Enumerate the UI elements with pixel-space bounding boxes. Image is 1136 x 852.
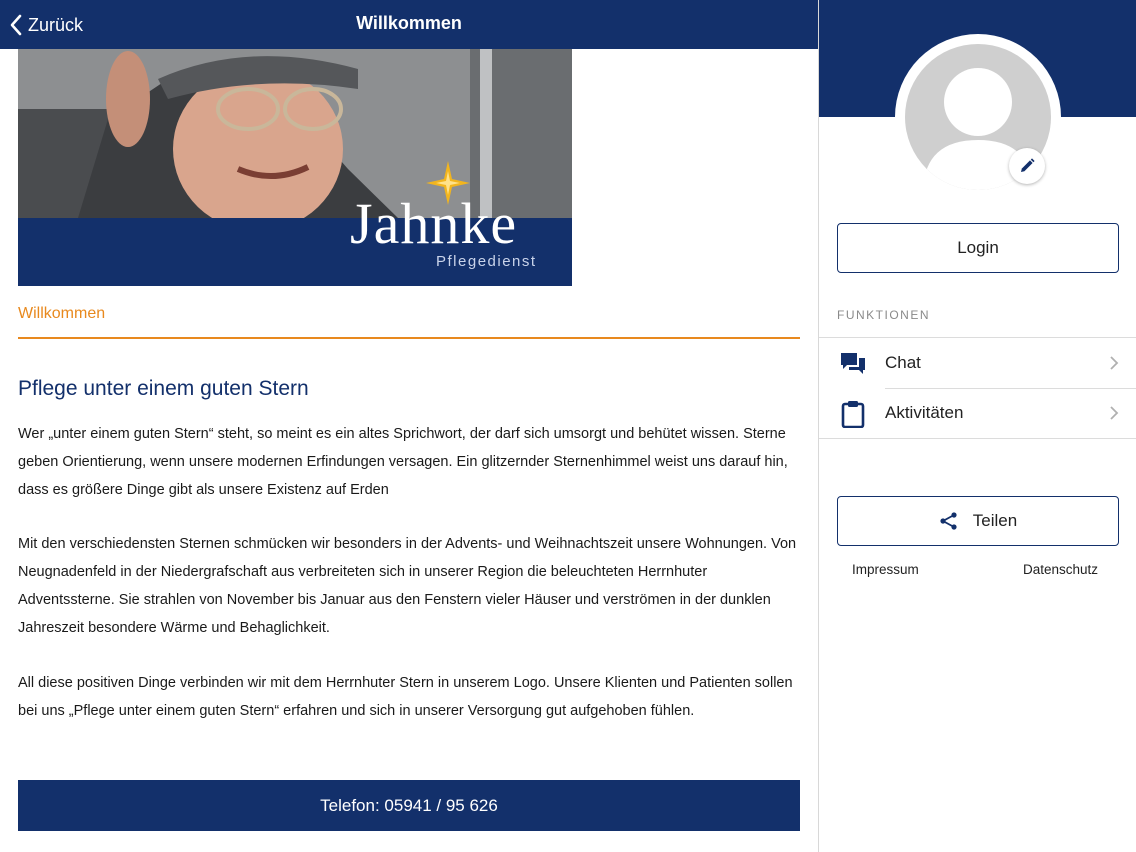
article-title: Pflege unter einem guten Stern bbox=[18, 377, 309, 400]
chat-icon bbox=[841, 353, 865, 374]
chevron-right-icon bbox=[1110, 406, 1119, 420]
share-icon bbox=[940, 512, 957, 530]
functions-list: Chat Aktivitäten bbox=[819, 337, 1136, 439]
page-title: Willkommen bbox=[356, 13, 462, 33]
section-tab-willkommen[interactable]: Willkommen bbox=[18, 305, 105, 323]
phone-call-button[interactable]: Telefon: 05941 / 95 626 bbox=[18, 780, 800, 831]
sidebar: Login FUNKTIONEN Chat Aktivitäten Teilen… bbox=[818, 0, 1136, 852]
sidebar-item-label: Chat bbox=[885, 353, 921, 372]
article-paragraph: Mit den verschiedensten Sternen schmücke… bbox=[18, 536, 797, 636]
section-divider bbox=[18, 337, 800, 339]
sidebar-item-chat[interactable]: Chat bbox=[819, 338, 1136, 388]
share-label: Teilen bbox=[972, 511, 1018, 530]
top-navigation-bar: Zurück Willkommen bbox=[0, 0, 818, 49]
article-paragraph: Wer „unter einem guten Stern“ steht, so … bbox=[18, 426, 788, 498]
sidebar-item-aktivitaeten[interactable]: Aktivitäten bbox=[819, 388, 1136, 438]
article-paragraph: All diese positiven Dinge verbinden wir … bbox=[18, 675, 793, 719]
datenschutz-link[interactable]: Datenschutz bbox=[1023, 562, 1098, 577]
brand-logo-text: Jahnke bbox=[350, 191, 518, 256]
hero-banner: Jahnke Pflegedienst bbox=[18, 49, 572, 286]
back-label: Zurück bbox=[28, 14, 84, 35]
chevron-right-icon bbox=[1110, 356, 1119, 370]
main-content: Zurück Willkommen Jahnke Pflegedienst Wi… bbox=[0, 0, 818, 852]
edit-avatar-button[interactable] bbox=[1009, 148, 1045, 184]
back-button[interactable]: Zurück bbox=[8, 11, 83, 39]
clipboard-icon bbox=[841, 401, 865, 428]
share-button[interactable]: Teilen bbox=[837, 496, 1119, 546]
impressum-link[interactable]: Impressum bbox=[852, 562, 919, 577]
sidebar-item-label: Aktivitäten bbox=[885, 403, 964, 422]
chevron-left-icon bbox=[10, 14, 22, 36]
pencil-icon bbox=[1021, 158, 1035, 172]
login-button[interactable]: Login bbox=[837, 223, 1119, 273]
functions-section-label: FUNKTIONEN bbox=[837, 308, 930, 322]
brand-logo-subtitle: Pflegedienst bbox=[436, 253, 537, 270]
